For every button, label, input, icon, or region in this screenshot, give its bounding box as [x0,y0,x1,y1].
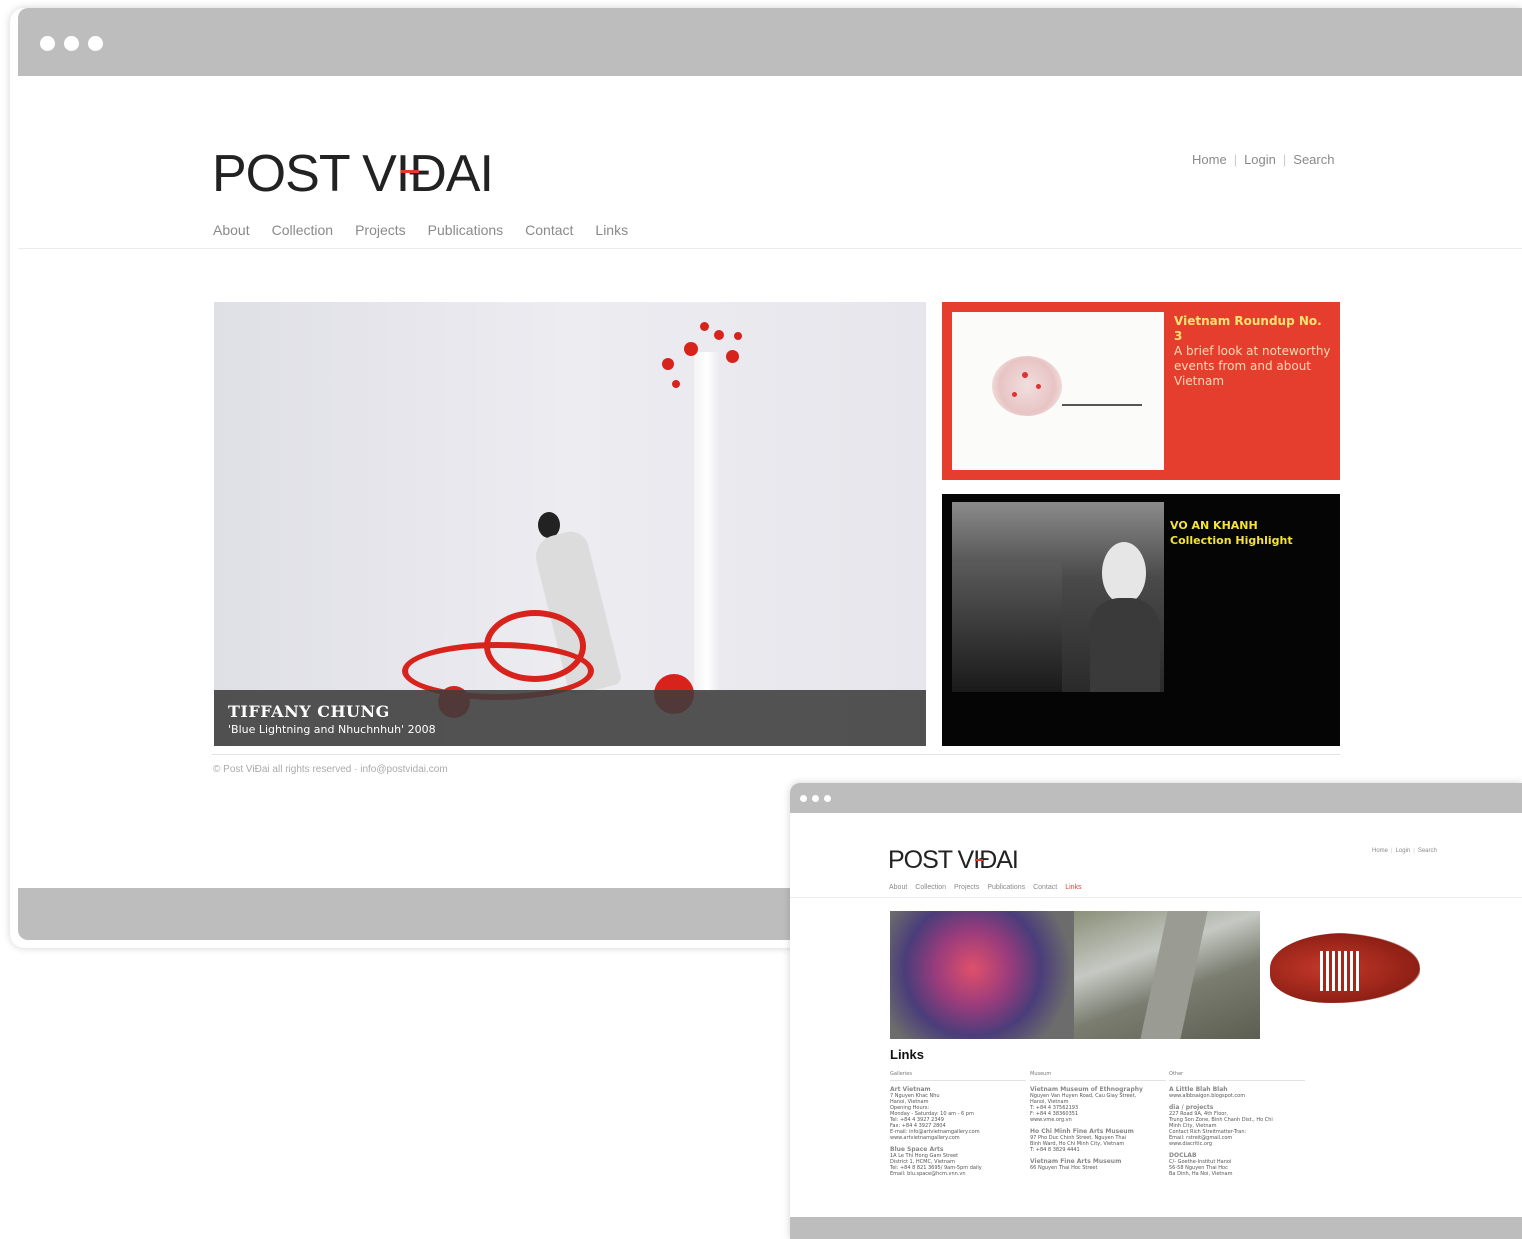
work-title: 'Blue Lightning and Nhuchnhuh' 2008 [228,723,436,736]
copyright: © Post ViĐai all rights reserved · info@… [213,764,448,775]
nav-collection[interactable]: Collection [272,222,333,238]
entry-line: T: +84 8 3829 4441 [1030,1147,1080,1153]
title-bar [790,783,1522,813]
search-link[interactable]: Search [1418,848,1437,854]
links-browser-window: POST VIĐAI Home | Login | Search About Colle… [790,783,1522,1239]
column-header: Galleries [890,1071,1026,1081]
red-bloom [700,322,709,331]
highlight-image [952,502,1164,692]
utility-nav: Home | Login | Search [1372,848,1437,854]
highlight-title: VO AN KHANH [1170,519,1258,532]
entry-line[interactable]: www.artvietnamgallery.com [890,1135,1026,1141]
site-logo[interactable]: POST VIĐAI [888,846,1019,875]
hero-caption: TIFFANY CHUNG 'Blue Lightning and Nhuchn… [214,690,926,746]
hero-feature[interactable]: TIFFANY CHUNG 'Blue Lightning and Nhuchn… [214,302,926,746]
nav-publications[interactable]: Publications [428,222,504,238]
links-column-galleries: Galleries Art Vietnam 7 Nguyen Khac Nhu … [890,1071,1026,1177]
site-logo[interactable]: POST VIĐAI [212,144,494,204]
login-link[interactable]: Login [1396,848,1411,854]
utility-nav: Home | Login | Search [1192,152,1335,167]
nav-publications[interactable]: Publications [987,884,1025,891]
nav-contact[interactable]: Contact [525,222,573,238]
search-link[interactable]: Search [1293,152,1334,167]
links-column-other: Other A Little Blah Blah www.albbsaigon.… [1169,1071,1305,1177]
sculpture-pillar [694,352,720,692]
entry-line[interactable]: www.vme.org.vn [1030,1117,1166,1123]
links-column-museum: Museum Vietnam Museum of Ethnography Ngu… [1030,1071,1166,1171]
window-controls[interactable] [40,36,103,51]
title-bar [18,8,1522,76]
column-header: Museum [1030,1071,1166,1081]
roundup-title: Vietnam Roundup No. 3 [1174,314,1322,343]
links-heading: Links [890,1047,924,1062]
window-dot-icon[interactable] [812,795,819,802]
window-controls[interactable] [800,795,831,802]
window-dot-icon[interactable] [64,36,79,51]
window-dot-icon[interactable] [88,36,103,51]
window-dot-icon[interactable] [824,795,831,802]
highlight-text: VO AN KHANH Collection Highlight [1170,518,1293,548]
home-link[interactable]: Home [1192,152,1227,167]
nav-contact[interactable]: Contact [1033,884,1057,891]
gallery-photo-3[interactable] [1260,911,1436,1039]
highlight-card[interactable]: VO AN KHANH Collection Highlight [942,494,1340,746]
red-bloom [684,342,698,356]
page-content: POST VIĐAI Home | Login | Search About Colle… [18,76,1522,888]
header-divider [18,248,1522,249]
roundup-body: A brief look at noteworthy events from a… [1174,344,1331,388]
gallery-photo-2[interactable] [1074,911,1260,1039]
red-bloom [672,380,680,388]
red-bloom [714,330,724,340]
main-nav: About Collection Projects Publications C… [889,884,1082,891]
footer-divider [212,754,1340,755]
highlight-subtitle: Collection Highlight [1170,534,1293,547]
artist-name: TIFFANY CHUNG [228,702,390,721]
main-nav: About Collection Projects Publications C… [213,222,628,238]
red-bloom [734,332,742,340]
nav-projects[interactable]: Projects [355,222,406,238]
nav-projects[interactable]: Projects [954,884,979,891]
red-bloom [662,358,674,370]
entry-line: Ba Dinh, Ha Noi, Vietnam [1169,1171,1233,1177]
nav-links-active[interactable]: Links [1065,884,1081,891]
red-bloom [726,350,739,363]
nav-links[interactable]: Links [595,222,628,238]
nav-about[interactable]: About [889,884,907,891]
column-header: Other [1169,1071,1305,1081]
window-dot-icon[interactable] [40,36,55,51]
roundup-card[interactable]: Vietnam Roundup No. 3 A brief look at no… [942,302,1340,480]
header-divider [790,897,1522,898]
red-coil [484,610,586,682]
nav-collection[interactable]: Collection [915,884,946,891]
login-link[interactable]: Login [1244,152,1276,167]
entry-line[interactable]: www.albbsaigon.blogspot.com [1169,1093,1305,1099]
window-footer-bar [790,1217,1522,1239]
gallery-photo-1[interactable] [890,911,1074,1039]
entry-line[interactable]: www.diacritic.org [1169,1141,1305,1147]
roundup-image [952,312,1164,470]
roundup-text: Vietnam Roundup No. 3 A brief look at no… [1174,314,1334,389]
nav-about[interactable]: About [213,222,250,238]
entry-line: 66 Nguyen Thai Hoc Street [1030,1165,1098,1171]
entry-line[interactable]: Email: blu.space@hcm.vnn.vn [890,1171,1026,1177]
window-dot-icon[interactable] [800,795,807,802]
home-link[interactable]: Home [1372,848,1388,854]
